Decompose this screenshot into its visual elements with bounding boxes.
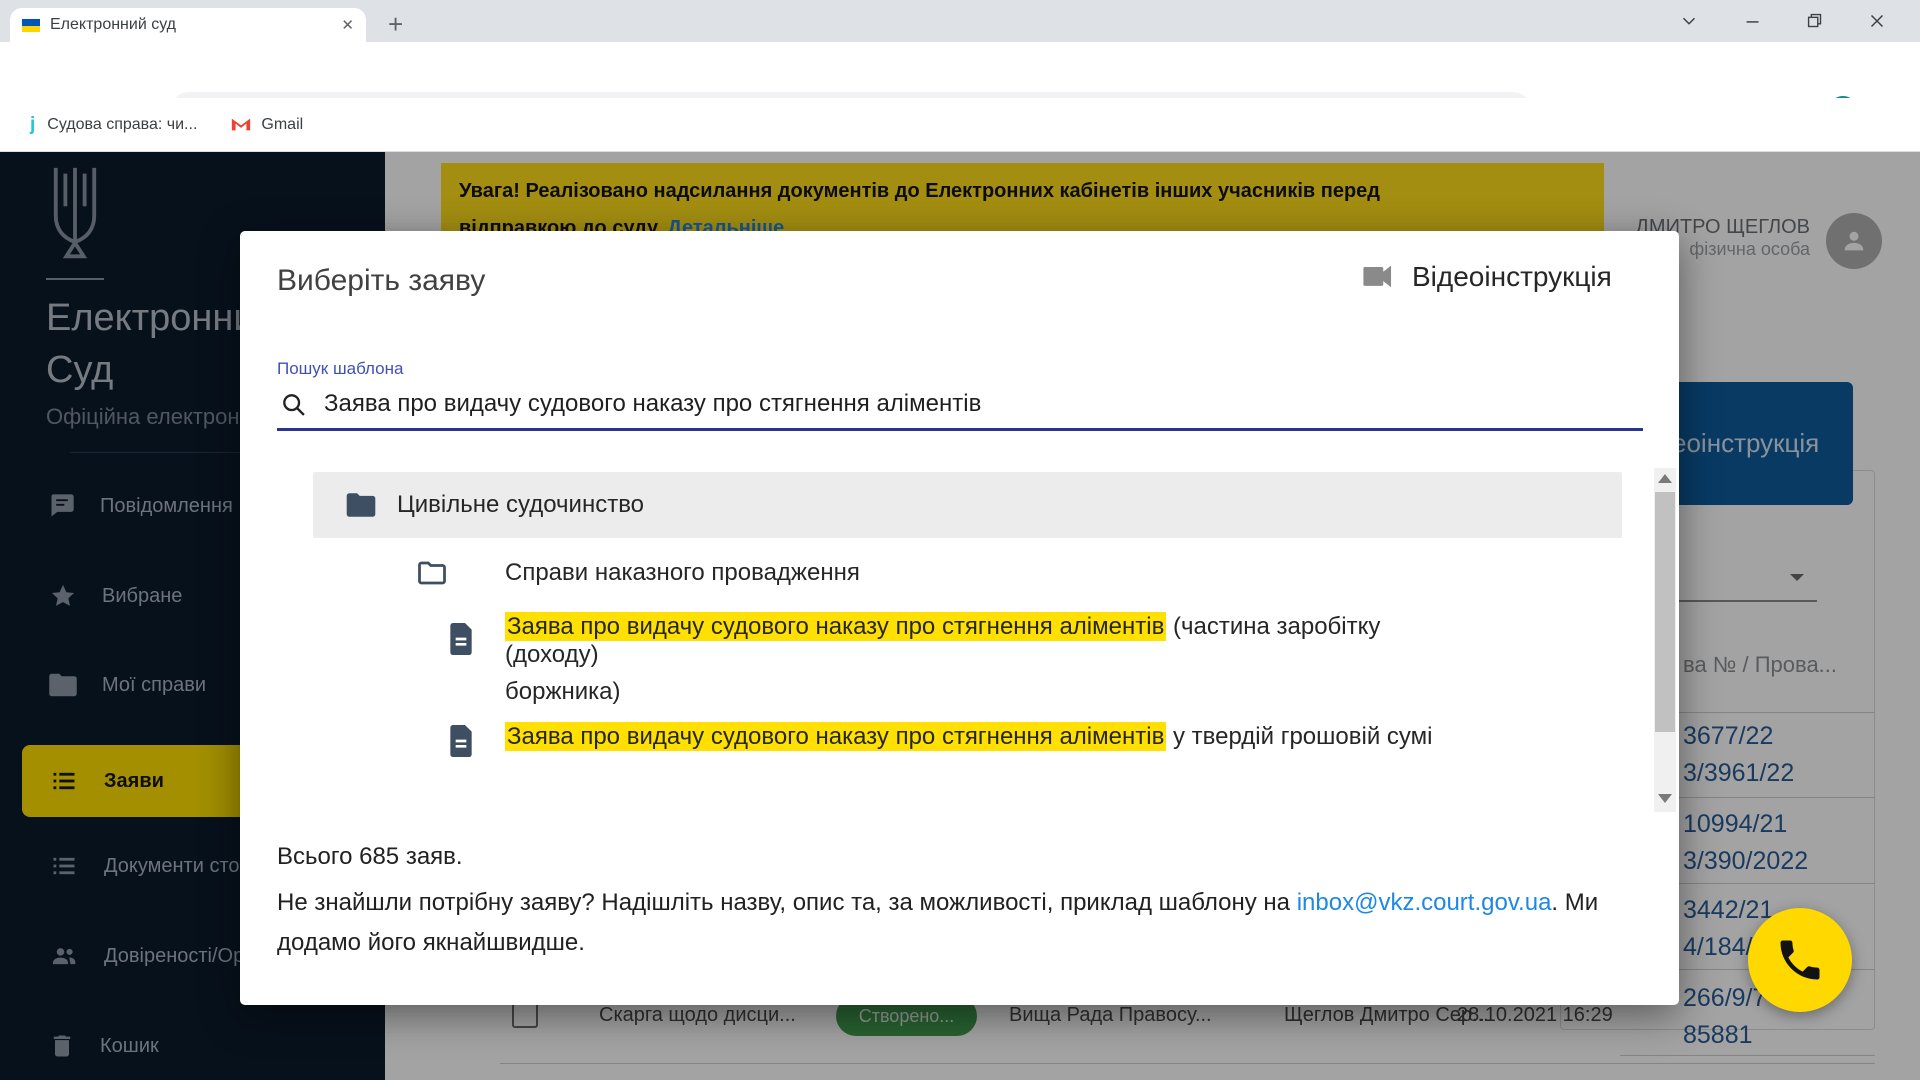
- window-restore-button[interactable]: [1804, 10, 1826, 32]
- footer-note: Не знайшли потрібну заяву? Надішліть наз…: [277, 883, 1617, 963]
- tab-close-icon[interactable]: ✕: [341, 16, 354, 34]
- search-highlight: Заява про видачу судового наказу про стя…: [505, 612, 1166, 641]
- bookmarks-bar: j Судова справа: чи... Gmail: [0, 98, 1920, 152]
- browser-tab[interactable]: Електронний суд ✕: [10, 8, 366, 42]
- scrollbar-thumb[interactable]: [1655, 492, 1675, 732]
- gmail-icon: [231, 117, 251, 132]
- search-underline: [277, 428, 1643, 431]
- tree-subfolder-row[interactable]: Справи наказного провадження: [417, 543, 1617, 603]
- new-tab-button[interactable]: +: [388, 10, 403, 38]
- search-icon: [280, 391, 308, 419]
- search-label: Пошук шаблона: [277, 359, 403, 379]
- select-claim-modal: Виберіть заяву Відеоінструкція Пошук шаб…: [240, 231, 1679, 1005]
- total-claims-text: Всього 685 заяв.: [277, 843, 463, 871]
- ukraine-flag-favicon: [22, 19, 40, 32]
- tab-search-chevron-icon[interactable]: [1678, 10, 1700, 32]
- tree-folder-row[interactable]: Цивільне судочинство: [313, 472, 1622, 538]
- search-highlight: Заява про видачу судового наказу про стя…: [505, 722, 1166, 751]
- folder-outline-icon: [417, 560, 447, 586]
- screen: Електронний суд ✕ + cabinet.court.gov.ua…: [0, 0, 1920, 1080]
- document-icon: [447, 725, 475, 757]
- search-input[interactable]: [322, 389, 1322, 419]
- support-email-link[interactable]: inbox@vkz.court.gov.ua: [1297, 889, 1552, 916]
- modal-scrollbar[interactable]: [1654, 468, 1676, 812]
- video-instruction-link[interactable]: Відеоінструкція: [1362, 261, 1612, 293]
- videocam-icon: [1362, 264, 1396, 290]
- folder-icon: [345, 492, 377, 518]
- bookmark-gmail[interactable]: Gmail: [231, 116, 303, 134]
- window-minimize-button[interactable]: [1742, 10, 1764, 32]
- scroll-up-arrow[interactable]: [1658, 474, 1672, 483]
- phone-icon: [1774, 934, 1826, 986]
- document-icon: [447, 623, 475, 655]
- phone-support-button[interactable]: [1748, 908, 1852, 1012]
- browser-toolbar: cabinet.court.gov.ua/claims: [0, 42, 1920, 98]
- bookmark-court-case[interactable]: j Судова справа: чи...: [30, 114, 197, 136]
- window-close-button[interactable]: [1866, 10, 1888, 32]
- tab-title: Електронний суд: [50, 16, 341, 34]
- bookmark-j-icon: j: [30, 114, 35, 136]
- browser-tabstrip: Електронний суд ✕ +: [0, 0, 1920, 42]
- modal-title: Виберіть заяву: [277, 264, 485, 298]
- scroll-down-arrow[interactable]: [1658, 794, 1672, 803]
